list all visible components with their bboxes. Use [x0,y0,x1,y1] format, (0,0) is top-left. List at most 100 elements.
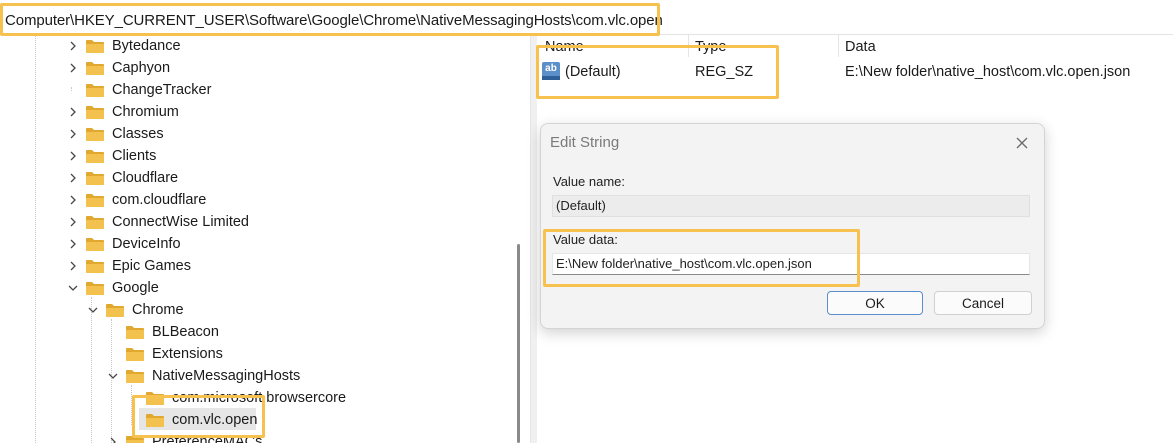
registry-tree[interactable]: Bytedance Caphyon ChangeTracker Chromium Cla… [0,35,530,443]
folder-icon [146,391,164,405]
chevron-right-icon[interactable] [66,237,80,251]
close-icon [1016,137,1028,149]
tree-item-label: NativeMessagingHosts [152,368,301,384]
tree-item-label: Clients [112,148,157,164]
tree-item[interactable]: Chrome [86,299,184,321]
tree-item-label: BLBeacon [152,324,219,340]
ok-button[interactable]: OK [827,291,923,315]
folder-icon [86,281,104,295]
chevron-down-icon[interactable] [106,369,120,383]
value-name-field: (Default) [552,195,1030,217]
chevron-right-icon[interactable] [66,39,80,53]
folder-icon [86,61,104,75]
tree-item-label: ConnectWise Limited [112,214,249,230]
tree-item[interactable]: PreferenceMACs [106,431,262,443]
folder-icon [126,369,144,383]
folder-icon [106,303,124,317]
chevron-right-icon[interactable] [66,215,80,229]
tree-item[interactable]: Extensions [106,343,223,365]
tree-item-label: com.vlc.open [172,412,258,428]
folder-icon [86,215,104,229]
tree-item[interactable]: Clients [66,145,156,167]
dialog-title: Edit String [550,134,620,151]
chevron-right-icon[interactable] [66,105,80,119]
folder-icon [86,149,104,163]
tree-item[interactable]: Google [66,277,159,299]
tree-item[interactable]: Bytedance [66,35,181,57]
tree-item-label: PreferenceMACs [152,434,263,443]
folder-icon [86,237,104,251]
tree-item[interactable]: ConnectWise Limited [66,211,249,233]
chevron-right-icon[interactable] [66,171,80,185]
close-button[interactable] [1010,132,1034,154]
chevron-right-icon[interactable] [66,127,80,141]
tree-item[interactable]: Epic Games [66,255,191,277]
tree-item[interactable]: com.cloudflare [66,189,206,211]
tree-item-label: Classes [112,126,164,142]
tree-item-label: Google [112,280,159,296]
column-header-name[interactable]: Name [545,39,584,55]
column-divider[interactable] [838,35,839,57]
tree-item-label: Chromium [112,104,179,120]
tree-item[interactable]: Chromium [66,101,179,123]
folder-icon [86,171,104,185]
folder-icon [86,105,104,119]
folder-icon [86,39,104,53]
chevron-right-icon[interactable] [66,259,80,273]
tree-item-label: DeviceInfo [112,236,181,252]
column-divider[interactable] [688,35,689,57]
tree-item-label: Cloudflare [112,170,179,186]
chevron-right-icon[interactable] [66,61,80,75]
value-data-label: Value data: [553,232,618,247]
tree-guide-line [35,35,36,443]
folder-icon [86,83,104,97]
value-data-field[interactable]: E:\New folder\native_host\com.vlc.open.j… [552,253,1030,275]
tree-item-label: com.microsoft.browsercore [172,390,347,406]
tree-item-label: Epic Games [112,258,191,274]
tree-item-label: Chrome [132,302,184,318]
tree-item[interactable]: Caphyon [66,57,170,79]
string-value-icon: ab [542,62,560,80]
folder-icon [86,193,104,207]
tree-item-label: Caphyon [112,60,171,76]
tree-item[interactable]: BLBeacon [106,321,219,343]
tree-item[interactable]: ChangeTracker [66,79,211,101]
tree-item[interactable]: NativeMessagingHosts [106,365,300,387]
tree-item[interactable]: com.vlc.open [126,409,257,431]
value-name-label: Value name: [553,174,626,189]
chevron-down-icon[interactable] [66,281,80,295]
chevron-right-icon[interactable] [66,149,80,163]
column-header-data[interactable]: Data [845,39,876,55]
tree-item[interactable]: com.microsoft.browsercore [126,387,346,409]
tree-item-label: ChangeTracker [112,82,212,98]
folder-icon [126,347,144,361]
chevron-right-icon[interactable] [106,435,120,443]
tree-scrollbar-thumb[interactable] [517,244,520,443]
edit-string-dialog: Edit String Value name: (Default) Value … [540,123,1045,329]
address-path[interactable]: Computer\HKEY_CURRENT_USER\Software\Goog… [5,12,663,29]
folder-icon [146,413,164,427]
chevron-down-icon[interactable] [86,303,100,317]
column-header-type[interactable]: Type [695,39,726,55]
folder-icon [126,325,144,339]
folder-icon [86,127,104,141]
folder-icon [86,259,104,273]
value-data: E:\New folder\native_host\com.vlc.open.j… [845,64,1131,80]
tree-item[interactable]: DeviceInfo [66,233,181,255]
cancel-button[interactable]: Cancel [934,291,1032,315]
tree-item-label: com.cloudflare [112,192,207,208]
tree-item-label: Bytedance [112,38,181,54]
tree-item-label: Extensions [152,346,223,362]
tree-item[interactable]: Classes [66,123,164,145]
chevron-right-icon[interactable] [66,193,80,207]
tree-item[interactable]: Cloudflare [66,167,178,189]
folder-icon [126,435,144,443]
address-bar[interactable]: Computer\HKEY_CURRENT_USER\Software\Goog… [0,6,1173,35]
value-name: (Default) [565,64,621,80]
value-type: REG_SZ [695,64,754,80]
